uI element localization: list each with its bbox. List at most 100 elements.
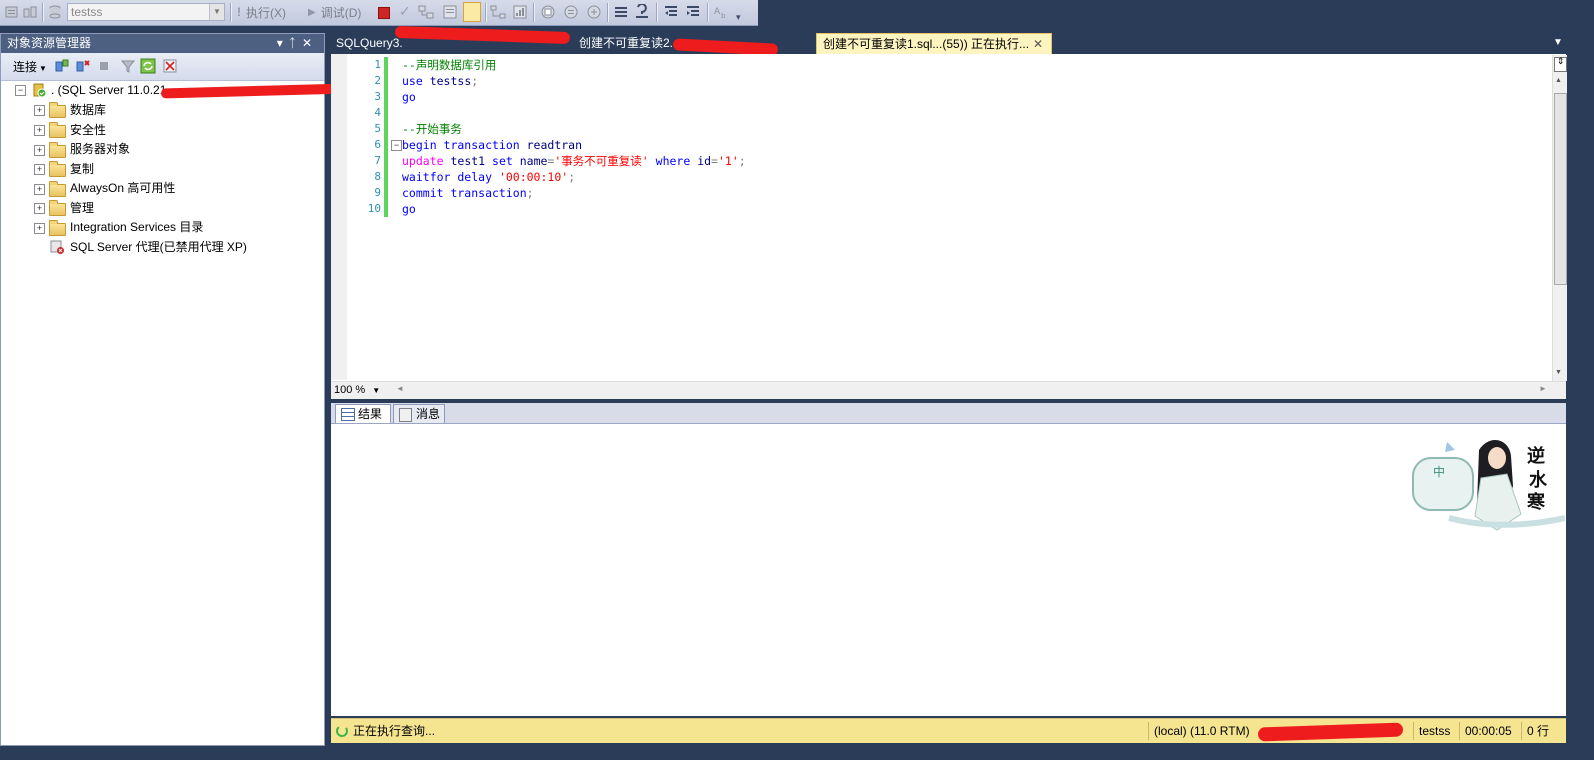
outline-collapse-toggle[interactable]: − <box>391 140 402 151</box>
line-number: 10 <box>367 202 381 215</box>
status-elapsed-time: 00:00:05 <box>1465 724 1512 738</box>
tab-nonrepeatable-read-1[interactable]: 创建不可重复读1.sql...(55)) 正在执行... ✕ <box>816 33 1052 54</box>
execute-button[interactable]: ! 执行(X) <box>237 3 286 21</box>
tree-item-sql-agent[interactable]: SQL Server 代理(已禁用代理 XP) <box>70 237 247 257</box>
tree-item-server-objects[interactable]: 服务器对象 <box>70 139 130 159</box>
object-explorer-title: 对象资源管理器 <box>7 36 92 50</box>
connect-button[interactable]: 连接 ▼ <box>13 58 47 75</box>
code-line-3: go <box>402 90 416 104</box>
tree-item-integration-services[interactable]: Integration Services 目录 <box>70 217 203 237</box>
increase-indent-icon[interactable] <box>685 4 701 20</box>
scroll-thumb[interactable] <box>1554 93 1567 285</box>
expand-toggle[interactable]: + <box>34 145 45 156</box>
scroll-left-icon[interactable]: ◄ <box>396 384 404 393</box>
zoom-select[interactable]: 100 % ▼ <box>334 384 380 396</box>
query-designer-icon[interactable] <box>540 4 556 20</box>
change-connection-icon[interactable] <box>22 4 38 20</box>
specify-template-icon[interactable]: Ab <box>713 4 729 20</box>
execute-label: 执行(X) <box>246 5 286 20</box>
grid-icon <box>341 408 355 421</box>
cancel-query-icon[interactable] <box>378 7 390 19</box>
sql-editor[interactable]: 1 2 3 4 5 6 7 8 9 10 − --声明数据库引用 use tes… <box>331 54 1566 398</box>
folder-icon <box>49 102 66 118</box>
scroll-down-icon[interactable]: ▼ <box>1555 369 1565 377</box>
expand-toggle[interactable]: + <box>34 203 45 214</box>
expand-toggle[interactable]: + <box>34 184 45 195</box>
debug-button[interactable]: ▶ 调试(D) <box>308 3 361 21</box>
folder-icon <box>49 161 66 177</box>
messages-icon <box>399 408 412 422</box>
client-statistics-icon[interactable] <box>512 4 528 20</box>
tab-list-dropdown-icon[interactable]: ▼ <box>1553 37 1563 48</box>
tree-item-databases[interactable]: 数据库 <box>70 100 106 120</box>
query-options-icon[interactable] <box>4 4 20 20</box>
chevron-down-icon[interactable]: ▼ <box>209 4 224 20</box>
play-icon: ▶ <box>308 6 316 18</box>
disconnect-icon[interactable] <box>75 58 91 74</box>
scroll-right-icon[interactable]: ► <box>1539 384 1547 393</box>
line-number: 5 <box>374 122 381 135</box>
activity-monitor-icon[interactable] <box>162 58 178 74</box>
comment-out-icon[interactable] <box>613 4 629 20</box>
results-tab-label: 结果 <box>358 407 383 421</box>
expand-toggle[interactable]: + <box>34 105 45 116</box>
code-line-8: waitfor delay '00:00:10'; <box>402 170 576 184</box>
svg-text:水: 水 <box>1529 469 1548 491</box>
toolbar-overflow-icon[interactable]: ▾ <box>736 8 741 26</box>
stop-icon[interactable] <box>100 62 108 70</box>
redaction-mark <box>1257 722 1404 742</box>
expand-toggle[interactable]: + <box>34 125 45 136</box>
expand-toggle[interactable]: + <box>34 164 45 175</box>
decrease-indent-icon[interactable] <box>663 4 679 20</box>
close-icon[interactable]: ✕ <box>302 36 318 50</box>
specify-values-icon[interactable] <box>563 4 579 20</box>
connect-object-explorer-icon[interactable] <box>54 58 70 74</box>
tree-item-security[interactable]: 安全性 <box>70 120 106 140</box>
svg-text:寒: 寒 <box>1526 491 1546 513</box>
status-server: (local) (11.0 RTM) <box>1154 724 1250 738</box>
intellisense-icon[interactable] <box>586 4 602 20</box>
code-line-10: go <box>402 202 416 216</box>
server-node[interactable]: . (SQL Server 11.0.21 <box>51 80 166 100</box>
tab-messages[interactable]: 消息 <box>393 404 445 423</box>
chevron-down-icon: ▼ <box>372 386 381 395</box>
filter-icon[interactable] <box>120 58 136 74</box>
results-pane: 中 逆 水 寒 <box>331 423 1566 716</box>
uncomment-icon[interactable] <box>634 4 650 20</box>
tree-item-alwayson[interactable]: AlwaysOn 高可用性 <box>70 178 175 198</box>
tab-label: SQLQuery3. <box>336 36 403 50</box>
tab-label: 创建不可重复读2. <box>579 36 674 50</box>
parse-check-icon[interactable]: ✓ <box>399 2 411 20</box>
sql-agent-disabled-icon <box>50 240 64 254</box>
pin-icon[interactable]: ᛏ <box>289 36 302 50</box>
scroll-up-icon[interactable]: ▲ <box>1555 77 1565 85</box>
expand-toggle[interactable]: + <box>34 223 45 234</box>
svg-text:中: 中 <box>1433 464 1445 479</box>
tree-item-management[interactable]: 管理 <box>70 198 94 218</box>
editor-vertical-scrollbar[interactable]: ⇕ ▲ ▼ <box>1552 55 1567 381</box>
results-to-grid-icon[interactable] <box>463 2 481 22</box>
code-line-1: --声明数据库引用 <box>402 58 497 72</box>
line-number: 1 <box>374 58 381 71</box>
display-estimated-plan-icon[interactable] <box>418 4 434 20</box>
close-tab-icon[interactable]: ✕ <box>1033 34 1043 55</box>
executing-spinner-icon <box>336 725 348 737</box>
redaction-mark <box>160 83 350 99</box>
window-position-icon[interactable]: ▾ <box>277 36 289 50</box>
split-icon[interactable]: ⇕ <box>1554 57 1567 72</box>
database-select[interactable]: testss ▼ <box>67 3 225 21</box>
execute-icon: ! <box>237 5 241 19</box>
tab-results[interactable]: 结果 <box>335 404 391 423</box>
code-line-9: commit transaction; <box>402 186 534 200</box>
tree-item-replication[interactable]: 复制 <box>70 159 94 179</box>
results-to-text-icon[interactable] <box>442 4 458 20</box>
server-collapse-toggle[interactable]: − <box>15 85 26 96</box>
status-row-count: 0 行 <box>1527 724 1550 738</box>
refresh-icon[interactable] <box>140 58 156 74</box>
include-actual-plan-icon[interactable] <box>490 4 506 20</box>
code-line-5: --开始事务 <box>402 122 462 136</box>
svg-text:A: A <box>714 7 721 17</box>
object-explorer-header: 对象资源管理器 ▾ᛏ✕ <box>1 34 324 53</box>
line-number: 9 <box>374 186 381 199</box>
available-databases-icon <box>49 5 61 19</box>
